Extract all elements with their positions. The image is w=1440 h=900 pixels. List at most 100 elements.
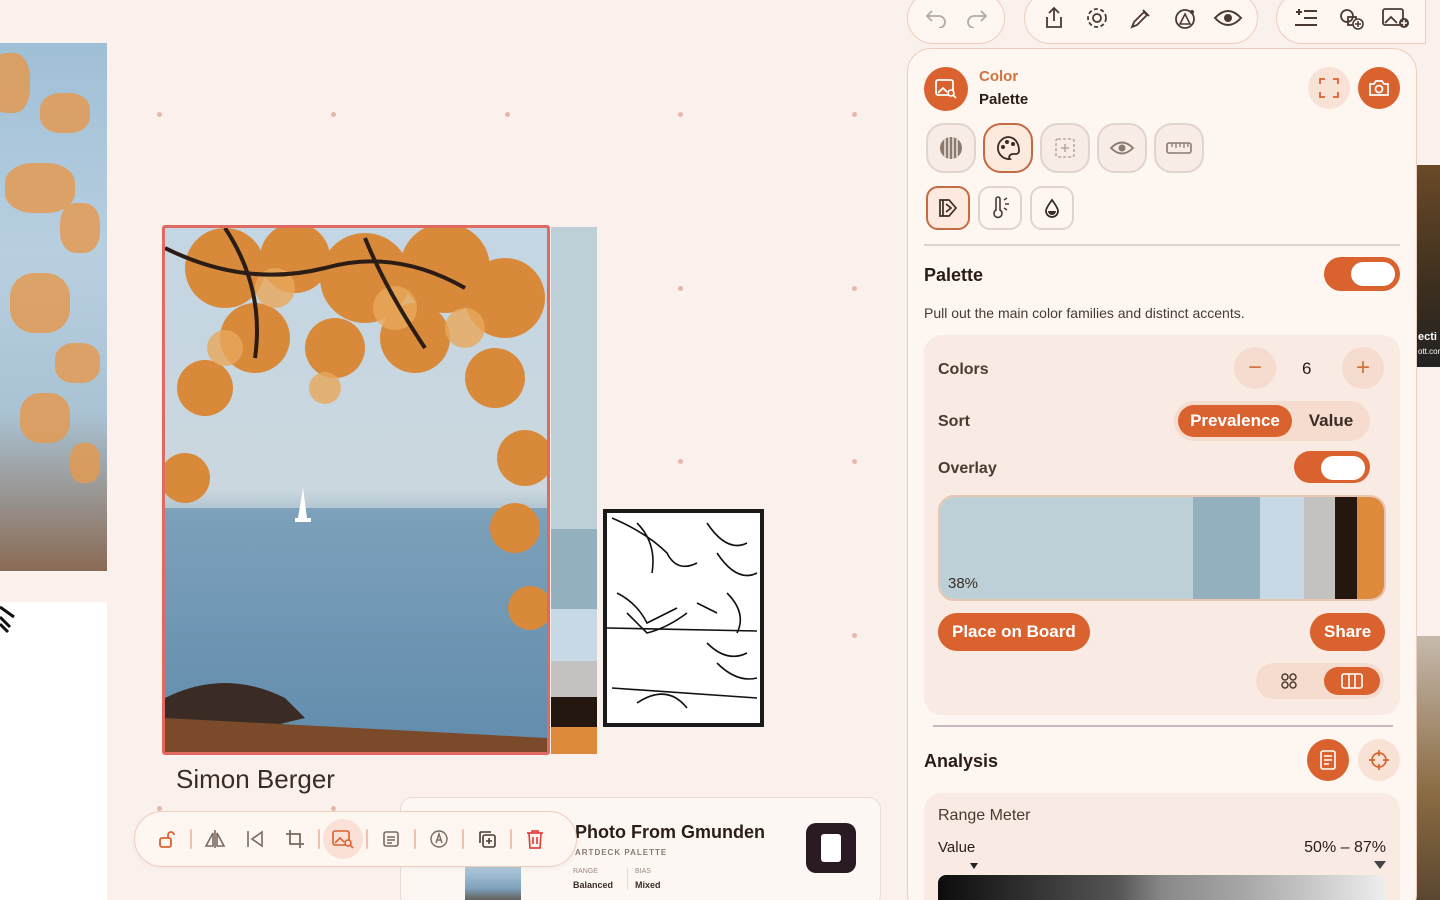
left-pixelated-photo[interactable] — [0, 43, 107, 571]
dominant-share-label: 38% — [948, 575, 979, 592]
eye-icon — [1213, 10, 1243, 26]
increment-colors-button[interactable]: + — [1342, 347, 1384, 389]
mode-focus-button[interactable] — [1040, 123, 1090, 173]
range-low-marker[interactable] — [970, 863, 978, 869]
grid-dot — [678, 112, 683, 117]
analysis-report-button[interactable] — [1307, 739, 1349, 781]
add-toolbar — [1276, 0, 1426, 44]
duplicate-button[interactable] — [467, 819, 507, 859]
redo-icon — [966, 10, 987, 28]
range-meter-card: Range Meter Value 50% – 87% — [924, 793, 1400, 900]
eyedropper-icon — [1130, 9, 1150, 29]
shapes-button[interactable] — [1166, 0, 1204, 38]
sort-prevalence-option[interactable]: Prevalence — [1178, 405, 1292, 437]
colors-label: Colors — [938, 361, 989, 378]
right-edge-text: ecti — [1418, 331, 1437, 343]
palette-swatch[interactable] — [1259, 497, 1305, 599]
focus-icon — [1055, 138, 1075, 158]
analysis-target-button[interactable] — [1358, 739, 1400, 781]
crop-button[interactable] — [275, 819, 315, 859]
add-group-button[interactable] — [1332, 0, 1371, 38]
redo-button[interactable] — [959, 0, 994, 38]
preview-button[interactable] — [1209, 0, 1247, 38]
main-photo-selected[interactable] — [162, 225, 550, 755]
toolbar-divider — [318, 829, 320, 849]
align-icon — [247, 830, 263, 848]
submode-marker-button[interactable] — [926, 186, 970, 230]
image-search-button[interactable] — [323, 819, 363, 859]
right-edge-photo[interactable] — [1416, 636, 1440, 900]
right-edge-photo[interactable]: ecti ott.cor — [1416, 165, 1440, 367]
strip-swatch — [551, 227, 597, 529]
submode-temperature-button[interactable] — [978, 186, 1022, 230]
palette-strip[interactable] — [551, 227, 597, 754]
color-palette-panel: Color Palette Palette Pull out the main … — [907, 48, 1417, 900]
app-icon — [806, 823, 856, 873]
camera-button[interactable] — [1358, 67, 1400, 109]
palette-swatch[interactable] — [1357, 497, 1384, 599]
toolbar-divider — [510, 829, 512, 849]
palette-swatch[interactable] — [1193, 497, 1260, 599]
share-palette-button[interactable]: Share — [1310, 613, 1386, 651]
columns-view-button[interactable] — [1324, 667, 1380, 695]
share-button[interactable] — [1035, 0, 1073, 38]
crosshair-icon — [1369, 750, 1389, 770]
add-list-button[interactable] — [1287, 0, 1326, 38]
temperature-icon — [993, 196, 1009, 219]
sketch-drawing — [606, 517, 758, 709]
mode-vision-button[interactable] — [1097, 123, 1147, 173]
left-blank-tile[interactable] — [0, 602, 107, 900]
decrement-colors-button[interactable]: − — [1234, 347, 1276, 389]
card-bias-value: Mixed — [635, 880, 661, 890]
undo-button[interactable] — [918, 0, 953, 38]
fullscreen-button[interactable] — [1308, 67, 1350, 109]
overlay-toggle[interactable] — [1294, 451, 1370, 483]
mode-palette-button[interactable] — [983, 123, 1033, 173]
eyedropper-button[interactable] — [1122, 0, 1160, 38]
plus-icon: + — [1355, 354, 1370, 381]
grid-dot — [678, 286, 683, 291]
eye-icon — [1109, 141, 1135, 155]
sort-value-option[interactable]: Value — [1298, 405, 1364, 437]
section-divider — [924, 244, 1400, 246]
palette-swatch[interactable] — [1304, 497, 1336, 599]
sort-segmented-control: Prevalence Value — [1174, 401, 1370, 441]
flip-icon — [204, 830, 226, 848]
palette-toggle[interactable] — [1324, 257, 1400, 291]
palette-description: Pull out the main color families and dis… — [924, 305, 1245, 321]
strip-swatch — [551, 609, 597, 661]
palette-swatch[interactable] — [1335, 497, 1358, 599]
card-separator — [627, 868, 628, 890]
notes-button[interactable] — [371, 819, 411, 859]
strip-swatch — [551, 697, 597, 727]
flip-button[interactable] — [195, 819, 235, 859]
crop-icon — [286, 830, 304, 848]
overlay-label: Overlay — [938, 460, 997, 477]
marker-icon — [939, 199, 958, 217]
grid-dot — [852, 459, 857, 464]
unlock-button[interactable] — [147, 819, 187, 859]
palette-settings-card: Colors − 6 + Sort Prevalence Value Overl… — [924, 335, 1400, 715]
share-icon — [1045, 6, 1062, 28]
mode-halftone-button[interactable] — [926, 123, 976, 173]
place-on-board-button[interactable]: Place on Board — [938, 613, 1090, 651]
edit-button[interactable] — [419, 819, 459, 859]
delete-button[interactable] — [515, 819, 555, 859]
group-add-icon — [1340, 9, 1364, 30]
image-search-icon — [935, 79, 957, 99]
submode-drop-button[interactable] — [1030, 186, 1074, 230]
add-image-button[interactable] — [1376, 0, 1415, 38]
view-mode-control — [1256, 663, 1384, 699]
palette-bar[interactable] — [938, 495, 1386, 601]
range-value-text: 50% – 87% — [1304, 839, 1386, 856]
align-button[interactable] — [235, 819, 275, 859]
selection-toolbar — [134, 811, 577, 867]
right-edge-text: ott.cor — [1418, 347, 1440, 356]
line-sketch[interactable] — [603, 509, 764, 727]
range-high-marker[interactable] — [1374, 861, 1386, 869]
sort-label: Sort — [938, 413, 970, 430]
card-bias-label: BIAS — [635, 868, 651, 875]
settings-button[interactable] — [1079, 0, 1117, 38]
mode-measure-button[interactable] — [1154, 123, 1204, 173]
grid-view-button[interactable] — [1266, 667, 1312, 695]
